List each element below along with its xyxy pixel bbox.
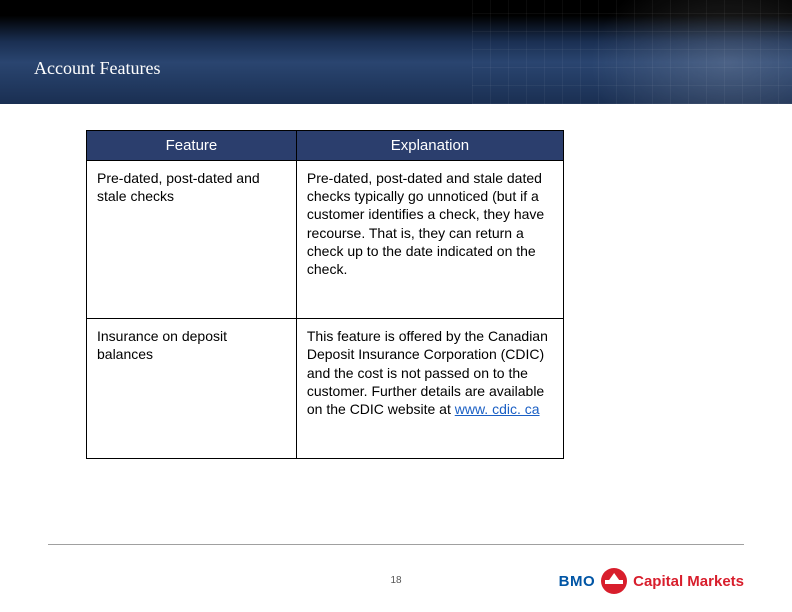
table-row: Pre-dated, post-dated and stale checks P… xyxy=(87,161,564,319)
bmo-roundel-icon xyxy=(601,568,627,594)
footer-rule xyxy=(48,544,744,545)
page-title: Account Features xyxy=(34,58,160,79)
col-header-explanation: Explanation xyxy=(296,131,563,161)
cdic-link[interactable]: www. cdic. ca xyxy=(455,401,540,417)
col-header-feature: Feature xyxy=(87,131,297,161)
cell-feature: Insurance on deposit balances xyxy=(87,319,297,459)
header-band: Account Features xyxy=(0,0,792,104)
cell-explanation: This feature is offered by the Canadian … xyxy=(296,319,563,459)
table-row: Insurance on deposit balances This featu… xyxy=(87,319,564,459)
bmo-wordmark: BMO xyxy=(559,573,596,590)
capital-markets-wordmark: Capital Markets xyxy=(633,573,744,590)
brand-logo: BMO Capital Markets xyxy=(559,568,744,594)
footer: 18 BMO Capital Markets xyxy=(0,544,792,592)
content-area: Feature Explanation Pre-dated, post-date… xyxy=(0,104,792,459)
page-number: 18 xyxy=(390,575,401,586)
features-table: Feature Explanation Pre-dated, post-date… xyxy=(86,130,564,459)
table-header-row: Feature Explanation xyxy=(87,131,564,161)
cell-explanation: Pre-dated, post-dated and stale dated ch… xyxy=(296,161,563,319)
cell-feature: Pre-dated, post-dated and stale checks xyxy=(87,161,297,319)
